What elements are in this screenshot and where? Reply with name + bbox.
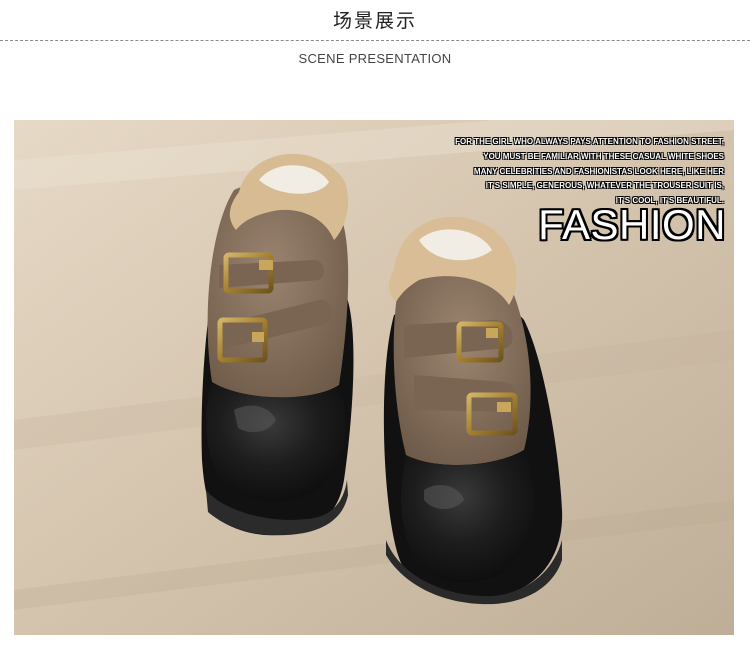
dashed-divider [0, 40, 750, 41]
section-title: 场景展示 [332, 10, 417, 32]
section-subtitle: SCENE PRESENTATION [298, 51, 452, 66]
tagline-text: FOR THE GIRL WHO ALWAYS PAYS ATTENTION T… [424, 135, 724, 209]
tagline-line: YOU MUST BE FAMILIAR WITH THESE CASUAL W… [483, 151, 724, 161]
left-shoe [201, 153, 354, 536]
tagline-line: IT'S SIMPLE, GENEROUS, WHATEVER THE TROU… [485, 181, 724, 191]
fashion-headline: FASHION [538, 201, 726, 248]
tagline-line: MANY CELEBRITIES AND FASHIONISTAS LOOK H… [473, 166, 724, 176]
product-scene-photo: FOR THE GIRL WHO ALWAYS PAYS ATTENTION T… [14, 120, 734, 635]
tagline-line: FOR THE GIRL WHO ALWAYS PAYS ATTENTION T… [455, 137, 724, 146]
